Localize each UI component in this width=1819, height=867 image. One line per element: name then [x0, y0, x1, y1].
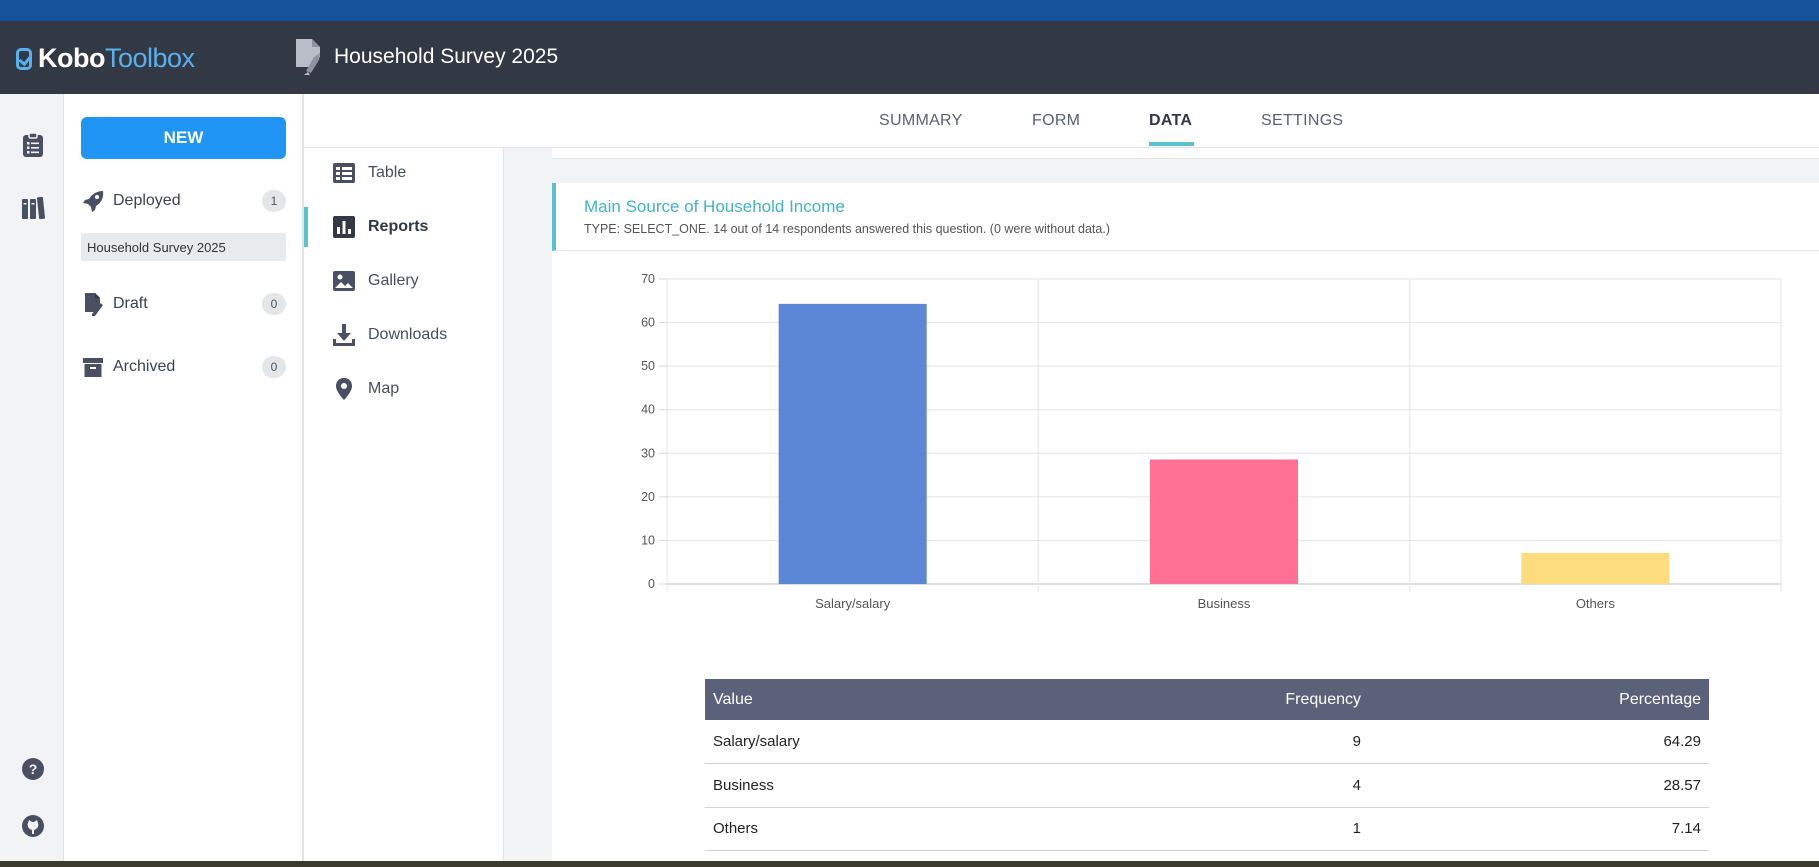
- bar: [1521, 552, 1670, 584]
- cell-percentage: 7.14: [1369, 807, 1709, 851]
- y-tick-label: 30: [641, 446, 655, 460]
- help-icon[interactable]: ?: [20, 756, 46, 782]
- subnav-map[interactable]: Map: [304, 369, 504, 409]
- cell-percentage: 28.57: [1369, 763, 1709, 808]
- subnav-gallery[interactable]: Gallery: [304, 261, 504, 301]
- bar: [778, 303, 927, 584]
- subnav-downloads[interactable]: Downloads: [304, 315, 504, 355]
- table-row: Others 1 7.14: [705, 807, 1709, 851]
- tab-summary[interactable]: SUMMARY: [879, 112, 963, 130]
- tab-settings[interactable]: SETTINGS: [1261, 112, 1343, 130]
- deployed-count-badge: 1: [262, 190, 286, 212]
- x-tick-label: Salary/salary: [815, 596, 891, 611]
- main-area: SUMMARY FORM DATA SETTINGS Table Reports: [304, 94, 1819, 861]
- browser-strip: [0, 0, 1819, 21]
- data-subnav: Table Reports Gallery Downloads Map: [304, 148, 504, 861]
- frequency-table: Value Frequency Percentage Salary/salary…: [705, 679, 1709, 851]
- table-row: Business 4 28.57: [705, 763, 1709, 808]
- logo-check-icon: [16, 47, 32, 70]
- report-content: Main Source of Household Income TYPE: SE…: [504, 148, 1819, 861]
- tab-data[interactable]: DATA: [1149, 112, 1192, 130]
- active-tab-indicator: [1149, 142, 1194, 146]
- question-meta: TYPE: SELECT_ONE. 14 out of 14 responden…: [584, 222, 1110, 236]
- x-tick-label: Business: [1198, 596, 1251, 611]
- sidebar-project-household-survey[interactable]: Household Survey 2025: [81, 233, 286, 261]
- sidebar-item-draft-label: Draft: [113, 295, 148, 312]
- taskbar-edge: [0, 861, 1819, 867]
- project-tabs: SUMMARY FORM DATA SETTINGS: [304, 94, 1819, 148]
- subnav-map-label: Map: [368, 380, 400, 397]
- subnav-downloads-label: Downloads: [368, 326, 448, 343]
- table-header-row: Value Frequency Percentage: [705, 679, 1709, 720]
- cell-value: Business: [705, 763, 1145, 808]
- cell-frequency: 9: [1145, 720, 1369, 764]
- gallery-icon: [333, 271, 355, 291]
- svg-text:?: ?: [29, 761, 38, 777]
- sidebar-item-deployed[interactable]: Deployed 1: [81, 186, 286, 216]
- question-header: Main Source of Household Income TYPE: SE…: [552, 183, 1819, 251]
- y-tick-label: 70: [641, 272, 655, 286]
- table-row: Salary/salary 9 64.29: [705, 720, 1709, 764]
- cell-percentage: 64.29: [1369, 720, 1709, 764]
- left-rail: ?: [0, 94, 64, 861]
- draft-count-badge: 0: [262, 293, 286, 315]
- project-header: Household Survey 2025: [292, 37, 558, 77]
- projects-icon[interactable]: [20, 132, 46, 158]
- col-header-percentage: Percentage: [1369, 679, 1709, 720]
- download-icon: [333, 324, 355, 346]
- cell-frequency: 1: [1145, 807, 1369, 851]
- sidebar: NEW Deployed 1 Household Survey 2025 Dra…: [64, 94, 304, 861]
- x-tick-label: Others: [1576, 596, 1616, 611]
- cell-value: Others: [705, 807, 1145, 851]
- reports-icon: [333, 216, 355, 238]
- archive-icon: [83, 358, 103, 377]
- logo-kobo-text: Kobo: [38, 43, 105, 73]
- github-icon[interactable]: [20, 813, 46, 839]
- subnav-gallery-label: Gallery: [368, 272, 419, 289]
- top-header: KoboToolbox Household Survey 2025: [0, 21, 1819, 94]
- tab-form[interactable]: FORM: [1032, 112, 1080, 130]
- map-pin-icon: [336, 378, 352, 400]
- cell-frequency: 4: [1145, 763, 1369, 808]
- project-title: Household Survey 2025: [334, 45, 559, 68]
- col-header-frequency: Frequency: [1145, 679, 1369, 720]
- rocket-icon: [83, 191, 104, 212]
- y-tick-label: 50: [641, 359, 655, 373]
- y-tick-label: 20: [641, 490, 655, 504]
- archived-count-badge: 0: [262, 356, 286, 378]
- col-header-value: Value: [705, 679, 1145, 720]
- y-tick-label: 0: [648, 577, 655, 591]
- question-report-card: Main Source of Household Income TYPE: SE…: [552, 183, 1819, 861]
- previous-card-edge: [552, 148, 1819, 159]
- cell-value: Salary/salary: [705, 720, 1145, 764]
- deployed-form-icon: [296, 39, 320, 75]
- kobotoolbox-logo[interactable]: KoboToolbox: [16, 43, 195, 74]
- subnav-reports-label: Reports: [368, 218, 429, 235]
- subnav-reports[interactable]: Reports: [304, 207, 504, 247]
- subnav-table-label: Table: [368, 164, 407, 181]
- question-title: Main Source of Household Income: [584, 197, 845, 216]
- new-project-button[interactable]: NEW: [81, 117, 286, 159]
- y-tick-label: 10: [641, 533, 655, 547]
- sidebar-item-draft[interactable]: Draft 0: [81, 289, 286, 319]
- table-icon: [333, 163, 355, 183]
- draft-icon: [85, 293, 103, 316]
- bar-chart: 0 10 20 30 40 50 60 70 Salary/salary Business Othe…: [641, 272, 1782, 611]
- y-tick-label: 40: [641, 403, 655, 417]
- logo-toolbox-text: Toolbox: [104, 43, 195, 73]
- y-tick-label: 60: [641, 316, 655, 330]
- subnav-table[interactable]: Table: [304, 153, 504, 193]
- library-icon[interactable]: [20, 195, 46, 221]
- sidebar-item-deployed-label: Deployed: [113, 192, 181, 209]
- sidebar-item-archived-label: Archived: [113, 358, 176, 375]
- bar: [1150, 459, 1298, 584]
- sidebar-item-archived[interactable]: Archived 0: [81, 352, 286, 382]
